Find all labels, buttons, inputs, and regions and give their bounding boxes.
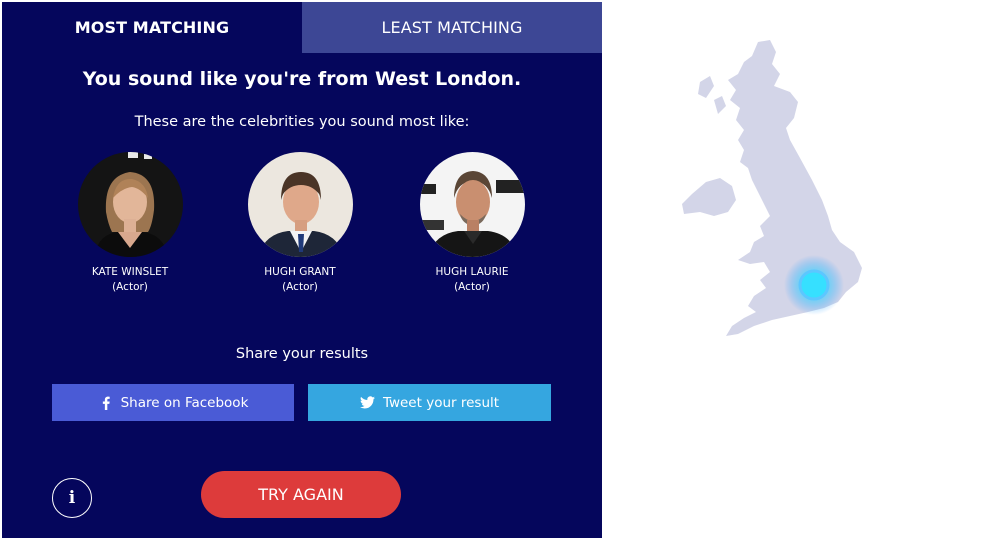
celebrity-role: (Actor)	[454, 281, 490, 293]
celebrity-photo	[419, 152, 525, 257]
celebrity-card-3: HUGH LAURIE (Actor)	[387, 152, 557, 295]
location-marker	[798, 269, 830, 301]
result-subhead: These are the celebrities you sound most…	[134, 114, 470, 130]
result-headline: You sound like you're from West London.	[82, 68, 522, 90]
result-tabs: MOST MATCHING LEAST MATCHING	[2, 2, 602, 53]
tweet-result-label: Tweet your result	[382, 394, 500, 411]
try-again-button[interactable]: TRY AGAIN	[201, 471, 401, 518]
celebrity-card-1: KATE WINSLET (Actor)	[45, 152, 215, 295]
uk-map	[682, 40, 862, 336]
celebrity-name: HUGH LAURIE	[435, 266, 509, 278]
share-title: Share your results	[235, 346, 369, 362]
info-icon: i	[68, 488, 76, 508]
tab-least-matching[interactable]: LEAST MATCHING	[302, 2, 602, 53]
celebrity-role: (Actor)	[282, 281, 318, 293]
facebook-icon	[98, 395, 114, 411]
celebrity-name: KATE WINSLET	[91, 266, 169, 278]
celebrity-photo	[77, 152, 183, 257]
celebrity-name: HUGH GRANT	[264, 266, 336, 278]
share-facebook-label: Share on Facebook	[120, 394, 249, 411]
info-button[interactable]: i	[52, 478, 92, 518]
hebrides-shape	[698, 76, 714, 98]
celebrity-role: (Actor)	[112, 281, 148, 293]
share-facebook-button[interactable]: Share on Facebook	[52, 384, 294, 421]
tweet-result-button[interactable]: Tweet your result	[308, 384, 551, 421]
celebrity-card-2: HUGH GRANT (Actor)	[215, 152, 385, 295]
results-panel: MOST MATCHING LEAST MATCHING You sound l…	[2, 2, 602, 538]
islands-shape	[714, 96, 726, 114]
celebrity-photo	[247, 152, 353, 257]
northern-ireland-shape	[682, 178, 736, 216]
twitter-icon	[360, 395, 376, 411]
tab-most-matching[interactable]: MOST MATCHING	[2, 2, 302, 53]
